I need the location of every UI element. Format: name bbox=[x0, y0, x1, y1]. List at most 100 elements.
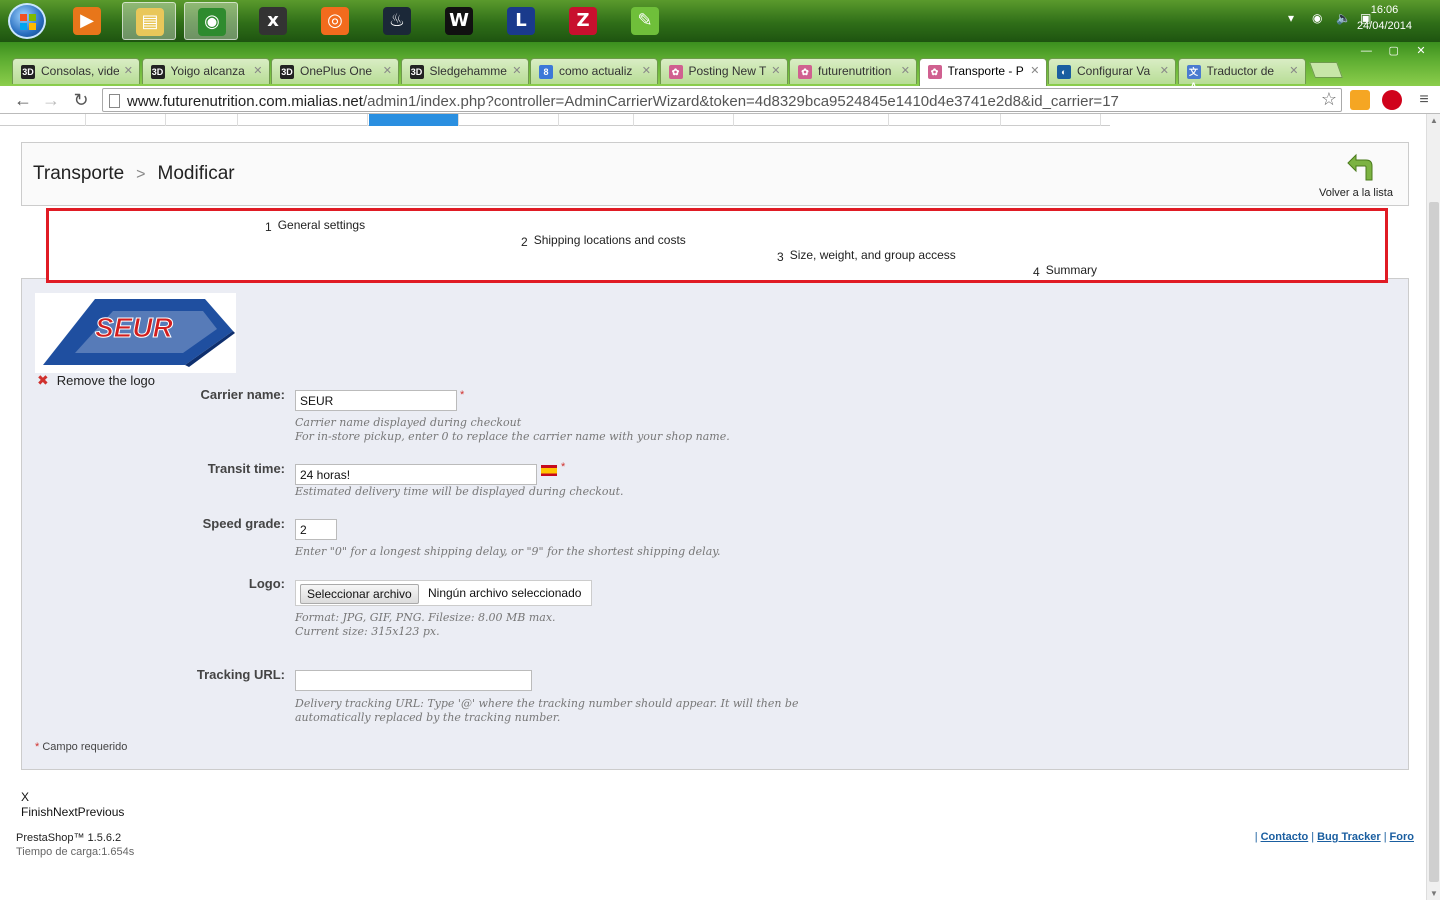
tab-favicon-icon: ◐ bbox=[1057, 65, 1071, 79]
bookmark-star-icon[interactable]: ☆ bbox=[1321, 89, 1337, 110]
screen: { "taskbar": { "clock_time": "16:06", "c… bbox=[0, 0, 1440, 900]
transit-time-hint: Estimated delivery time will be displaye… bbox=[295, 485, 624, 498]
tab-favicon-icon: ✿ bbox=[927, 65, 942, 79]
page-content: Transporte > Modificar Volver a la lista S… bbox=[0, 114, 1426, 900]
window-controls: — ▢ ✕ bbox=[1353, 43, 1432, 59]
carrier-name-input[interactable] bbox=[295, 390, 457, 411]
browser-tab[interactable]: 文A Traductor de ✕ bbox=[1177, 58, 1306, 91]
minimize-icon[interactable]: — bbox=[1355, 44, 1377, 59]
tab-close-icon[interactable]: ✕ bbox=[1289, 64, 1298, 77]
required-marker: * bbox=[561, 461, 566, 473]
system-clock[interactable]: 16:06 24/04/2014 bbox=[1357, 2, 1412, 34]
browser-tab[interactable]: ✿ Posting New T ✕ bbox=[659, 58, 788, 84]
show-hidden-icons-icon[interactable]: ▾ bbox=[1288, 11, 1294, 25]
adblock-extension-icon[interactable] bbox=[1382, 90, 1402, 110]
tab-close-icon[interactable]: ✕ bbox=[771, 64, 780, 77]
taskbar-league-of-legends-button[interactable]: L bbox=[494, 2, 548, 40]
tab-label: Posting New T bbox=[688, 64, 767, 78]
tab-close-icon[interactable]: ✕ bbox=[1030, 64, 1039, 77]
breadcrumb-transporte[interactable]: Transporte bbox=[33, 163, 124, 184]
tab-favicon-icon: ✿ bbox=[668, 65, 683, 79]
browser-tab[interactable]: 3D OnePlus One ✕ bbox=[271, 58, 399, 84]
network-tray-icon[interactable]: ◉ bbox=[1312, 11, 1322, 25]
back-to-list-label: Volver a la lista bbox=[1319, 187, 1393, 199]
speed-grade-input[interactable] bbox=[295, 519, 337, 540]
taskbar-notepad-plus-button[interactable]: ✎ bbox=[618, 2, 672, 40]
browser-tab[interactable]: ◐ Configurar Va ✕ bbox=[1048, 58, 1176, 84]
volume-icon[interactable]: 🔈 bbox=[1336, 11, 1351, 25]
browser-tab[interactable]: ✿ Transporte - P ✕ bbox=[918, 58, 1047, 86]
url-host: www.futurenutrition.com.mialias.net bbox=[127, 93, 363, 110]
scroll-up-icon[interactable]: ▲ bbox=[1430, 116, 1438, 125]
windows-taskbar: ▶ ▤ ◉ x ◎ ♨ W L Z ✎ ▾ ◉ 🔈 ▣ 16:06 24/04/2014 bbox=[0, 0, 1440, 42]
logo-file-input[interactable]: Seleccionar archivo Ningún archivo selec… bbox=[295, 580, 592, 606]
tab-close-icon[interactable]: ✕ bbox=[901, 64, 910, 77]
back-arrow-icon[interactable]: ← bbox=[12, 90, 34, 110]
step-label: Size, weight, and group access bbox=[789, 248, 956, 262]
maximize-icon[interactable]: ▢ bbox=[1383, 44, 1405, 59]
tab-close-icon[interactable]: ✕ bbox=[642, 64, 651, 77]
taskbar-xbmc-button[interactable]: x bbox=[246, 2, 300, 40]
tab-favicon-icon: 3D bbox=[280, 65, 294, 79]
wizard-close[interactable]: X bbox=[21, 790, 29, 804]
tab-favicon-icon: 3D bbox=[150, 65, 165, 79]
tracking-url-input[interactable] bbox=[295, 670, 532, 691]
taskbar-file-explorer-button[interactable]: ▤ bbox=[122, 2, 176, 40]
reload-icon[interactable]: ↻ bbox=[70, 90, 92, 110]
clock-date: 24/04/2014 bbox=[1356, 20, 1412, 32]
taskbar-w-app-button[interactable]: W bbox=[432, 2, 486, 40]
carrier-form-panel: SEUR ✖ Remove the logo Carrier name: * Ca… bbox=[21, 278, 1409, 770]
tab-label: Sledgehamme bbox=[429, 64, 507, 78]
vertical-scrollbar[interactable]: ▲ ▼ bbox=[1426, 114, 1440, 900]
required-star: * bbox=[35, 741, 40, 753]
tab-close-icon[interactable]: ✕ bbox=[1160, 64, 1169, 77]
contact-link[interactable]: Contacto bbox=[1261, 831, 1309, 843]
step-general-settings[interactable]: 1 General settings bbox=[265, 218, 365, 234]
taskbar-chrome-button[interactable]: ◉ bbox=[184, 2, 238, 40]
url-path: /admin1/index.php?controller=AdminCarrie… bbox=[362, 93, 1119, 110]
bug-tracker-link[interactable]: Bug Tracker bbox=[1317, 831, 1381, 843]
carrier-name-hint-1: Carrier name displayed during checkout bbox=[295, 416, 522, 429]
menu-icon[interactable]: ≡ bbox=[1413, 90, 1435, 110]
footer-info: PrestaShop™ 1.5.6.2 Tiempo de carga:1.65… bbox=[16, 831, 134, 859]
forward-arrow-icon[interactable]: → bbox=[40, 90, 62, 110]
rss-extension-icon[interactable] bbox=[1350, 90, 1370, 110]
taskbar-media-player-button[interactable]: ▶ bbox=[60, 2, 114, 40]
tab-close-icon[interactable]: ✕ bbox=[124, 64, 133, 77]
step-shipping-locations[interactable]: 2 Shipping locations and costs bbox=[521, 233, 686, 249]
tab-close-icon[interactable]: ✕ bbox=[512, 64, 521, 77]
choose-file-button[interactable]: Seleccionar archivo bbox=[300, 584, 419, 604]
transit-time-label: Transit time: bbox=[207, 461, 285, 476]
taskbar-origin-button[interactable]: ◎ bbox=[308, 2, 362, 40]
step-number: 4 bbox=[1033, 265, 1040, 279]
start-button[interactable] bbox=[8, 3, 46, 39]
clock-time: 16:06 bbox=[1370, 4, 1399, 16]
wizard-action-buttons[interactable]: FinishNextPrevious bbox=[21, 805, 124, 819]
address-bar[interactable]: www.futurenutrition.com.mialias.net/admi… bbox=[102, 88, 1342, 112]
tab-favicon-icon: ✿ bbox=[798, 65, 812, 79]
new-tab-button[interactable] bbox=[1309, 62, 1343, 78]
browser-tab[interactable]: 3D Consolas, vide ✕ bbox=[12, 58, 140, 84]
footer-links: | Contacto | Bug Tracker | Foro bbox=[1254, 831, 1414, 843]
notepad-plus-icon: ✎ bbox=[631, 7, 659, 35]
step-summary[interactable]: 4 Summary bbox=[1033, 263, 1097, 279]
browser-tab[interactable]: 8 como actualiz ✕ bbox=[530, 58, 658, 84]
spain-flag-icon[interactable] bbox=[541, 465, 557, 476]
seur-logo-icon: SEUR bbox=[43, 299, 235, 367]
taskbar-filezilla-button[interactable]: Z bbox=[556, 2, 610, 40]
browser-tab[interactable]: 3D Sledgehamme ✕ bbox=[400, 58, 529, 84]
back-to-list-button[interactable]: Volver a la lista bbox=[1316, 151, 1396, 201]
tab-favicon-icon: 8 bbox=[539, 65, 553, 79]
tab-close-icon[interactable]: ✕ bbox=[253, 64, 262, 77]
scroll-thumb[interactable] bbox=[1429, 202, 1439, 882]
tab-close-icon[interactable]: ✕ bbox=[383, 64, 392, 77]
step-size-weight[interactable]: 3 Size, weight, and group access bbox=[777, 248, 956, 264]
close-window-icon[interactable]: ✕ bbox=[1410, 44, 1432, 59]
browser-tab[interactable]: ✿ futurenutrition ✕ bbox=[789, 58, 917, 84]
taskbar-steam-button[interactable]: ♨ bbox=[370, 2, 424, 40]
transit-time-input[interactable] bbox=[295, 464, 537, 485]
browser-tab[interactable]: 3D Yoigo alcanza ✕ bbox=[141, 58, 270, 84]
scroll-down-icon[interactable]: ▼ bbox=[1430, 889, 1438, 898]
forum-link[interactable]: Foro bbox=[1390, 831, 1414, 843]
remove-logo-label: Remove the logo bbox=[56, 373, 156, 388]
